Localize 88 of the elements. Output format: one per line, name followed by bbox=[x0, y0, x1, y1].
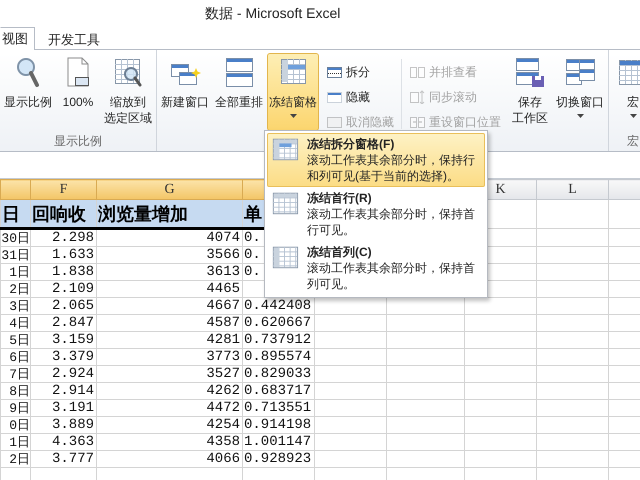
table-cell: 4281 bbox=[96, 332, 242, 348]
frozen-column-icon bbox=[271, 244, 299, 270]
group-label: 显示比例 bbox=[53, 133, 103, 150]
table-cell: 0日 bbox=[0, 416, 30, 434]
table-cell: 2日 bbox=[0, 280, 30, 298]
table-cell: 3.777 bbox=[30, 450, 96, 468]
table-cell: 3527 bbox=[96, 366, 242, 382]
table-cell: 2.924 bbox=[30, 366, 96, 382]
menu-item[interactable]: 冻结拆分窗格(F) 滚动工作表其余部分时，保持行和列可见(基于当前的选择)。 bbox=[267, 133, 485, 187]
ribbon-button[interactable]: 100% bbox=[56, 53, 100, 131]
hide-window-icon bbox=[326, 90, 342, 104]
table-cell: 4587 bbox=[96, 314, 242, 332]
grid-magnifier-icon bbox=[112, 56, 144, 88]
table-cell: 3.889 bbox=[30, 416, 96, 434]
frozen-panes-icon bbox=[271, 136, 299, 162]
split-window-icon bbox=[326, 65, 342, 79]
table-cell: 4472 bbox=[96, 400, 242, 416]
table-cell: 0.737912 bbox=[242, 332, 314, 348]
table-cell: 7日 bbox=[0, 366, 30, 382]
ribbon-button[interactable]: 冻结窗格 bbox=[267, 53, 319, 131]
table-cell: 4066 bbox=[96, 450, 242, 468]
table-cell: 3566 bbox=[96, 246, 242, 264]
table-cell: 5日 bbox=[0, 332, 30, 348]
table-cell: 2.914 bbox=[30, 382, 96, 400]
ribbon-tab[interactable]: 视图 bbox=[0, 27, 35, 50]
table-cell: 31日 bbox=[0, 246, 30, 264]
table-cell: 1.001147 bbox=[242, 434, 314, 450]
side-by-side-icon bbox=[409, 65, 425, 79]
ribbon-button[interactable]: 拆分 bbox=[324, 61, 396, 83]
table-cell: 4667 bbox=[96, 298, 242, 314]
table-cell: 4358 bbox=[96, 434, 242, 450]
table-cell: 2.847 bbox=[30, 314, 96, 332]
stacked-windows-icon bbox=[223, 56, 255, 88]
table-cell: 4262 bbox=[96, 382, 242, 400]
table-cell: 3773 bbox=[96, 348, 242, 366]
table-header-cell: 回响收 bbox=[30, 200, 96, 228]
table-cell: 0.928923 bbox=[242, 450, 314, 468]
ribbon-button[interactable]: 宏 bbox=[611, 53, 640, 131]
sync-scroll-icon bbox=[409, 90, 425, 104]
table-cell: 2日 bbox=[0, 450, 30, 468]
table-cell: 2.065 bbox=[30, 298, 96, 314]
table-cell: 1.633 bbox=[30, 246, 96, 264]
table-cell: 0.620667 bbox=[242, 314, 314, 332]
table-cell: 3.191 bbox=[30, 400, 96, 416]
frozen-row-icon bbox=[271, 190, 299, 216]
table-cell: 0.914198 bbox=[242, 416, 314, 434]
column-header: L bbox=[536, 180, 608, 200]
table-cell: 1日 bbox=[0, 264, 30, 280]
table-cell: 4465 bbox=[96, 280, 242, 298]
table-cell: 6日 bbox=[0, 348, 30, 366]
switch-windows-icon bbox=[564, 56, 596, 88]
table-header-cell: 日 bbox=[0, 200, 30, 228]
windows-floppy-icon bbox=[514, 56, 546, 88]
table-cell: 2.298 bbox=[30, 228, 96, 246]
ribbon-button[interactable]: 隐藏 bbox=[324, 86, 396, 108]
table-cell: 0.683717 bbox=[242, 382, 314, 400]
table-cell: 4254 bbox=[96, 416, 242, 434]
column-header: G bbox=[96, 180, 242, 200]
ribbon-button[interactable]: 新建窗口 bbox=[159, 53, 211, 131]
table-cell: 3.159 bbox=[30, 332, 96, 348]
table-cell: 30日 bbox=[0, 228, 30, 246]
table-cell: 4.363 bbox=[30, 434, 96, 450]
table-cell: 4日 bbox=[0, 314, 30, 332]
table-cell: 0.829033 bbox=[242, 366, 314, 382]
reset-windows-icon bbox=[409, 115, 425, 129]
window-title: 数据 - Microsoft Excel bbox=[204, 4, 342, 23]
ribbon-button[interactable]: 切换窗口 bbox=[554, 53, 606, 131]
table-cell: 1.838 bbox=[30, 264, 96, 280]
ribbon-tab[interactable]: 开发工具 bbox=[35, 28, 113, 50]
table-cell: 0.895574 bbox=[242, 348, 314, 366]
table-cell: 3.379 bbox=[30, 348, 96, 366]
ribbon-button[interactable]: 保存 工作区 bbox=[508, 53, 552, 131]
table-cell: 0.713551 bbox=[242, 400, 314, 416]
table-cell: 8日 bbox=[0, 382, 30, 400]
table-cell: 1日 bbox=[0, 434, 30, 450]
ribbon-button[interactable]: 显示比例 bbox=[2, 53, 54, 131]
table-cell: 2.109 bbox=[30, 280, 96, 298]
column-header: F bbox=[30, 180, 96, 200]
window-icon bbox=[326, 115, 342, 129]
menu-item-title: 冻结拆分窗格(F) bbox=[307, 136, 396, 152]
table-header-cell: 浏览量增加 bbox=[96, 200, 242, 228]
table-cell: 9日 bbox=[0, 400, 30, 416]
table-cell: 3日 bbox=[0, 298, 30, 314]
ribbon-button[interactable]: 缩放到 选定区域 bbox=[102, 53, 154, 131]
group-label: 宏 bbox=[626, 133, 640, 150]
table-cell: 4074 bbox=[96, 228, 242, 246]
ribbon-button[interactable]: 全部重排 bbox=[213, 53, 265, 131]
table-cell: 3613 bbox=[96, 264, 242, 280]
